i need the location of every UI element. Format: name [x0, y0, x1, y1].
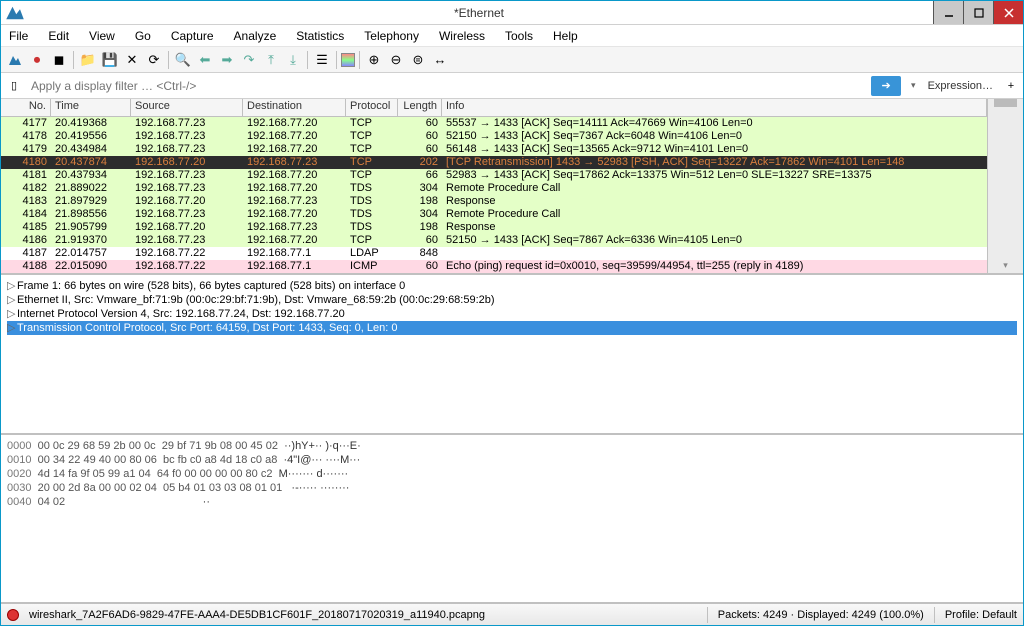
toolbar-reload-icon[interactable]: ⟳ — [144, 50, 164, 70]
menu-file[interactable]: File — [5, 27, 32, 45]
col-header-info[interactable]: Info — [442, 99, 987, 116]
menu-wireless[interactable]: Wireless — [435, 27, 489, 45]
toolbar-restart-icon[interactable]: ◼ — [49, 50, 69, 70]
status-profile[interactable]: Profile: Default — [945, 609, 1017, 621]
titlebar: *Ethernet — [1, 1, 1023, 25]
hex-row[interactable]: 0010 00 34 22 49 40 00 80 06 bc fb c0 a8… — [7, 453, 1017, 467]
menu-statistics[interactable]: Statistics — [292, 27, 348, 45]
bookmark-filter-icon[interactable]: ▯ — [5, 77, 23, 95]
toolbar-resize-columns-icon[interactable]: ↔ — [430, 50, 450, 70]
menu-edit[interactable]: Edit — [44, 27, 73, 45]
detail-row: ▷Internet Protocol Version 4, Src: 192.1… — [7, 307, 1017, 321]
toolbar-colorize-icon[interactable] — [341, 53, 355, 67]
detail-row: ▷Frame 1: 66 bytes on wire (528 bits), 6… — [7, 279, 1017, 293]
packet-row[interactable]: 417920.434984192.168.77.23192.168.77.20T… — [1, 143, 987, 156]
menu-tools[interactable]: Tools — [501, 27, 537, 45]
menu-view[interactable]: View — [85, 27, 119, 45]
detail-row-selected: ▷Transmission Control Protocol, Src Port… — [7, 321, 1017, 335]
packet-list-scrollbar[interactable]: ▾ — [987, 99, 1023, 273]
detail-row: ▷Ethernet II, Src: Vmware_bf:71:9b (00:0… — [7, 293, 1017, 307]
toolbar-open-icon[interactable]: 📁 — [78, 50, 98, 70]
col-header-no[interactable]: No. — [1, 99, 51, 116]
packet-row[interactable]: 418421.898556192.168.77.23192.168.77.20T… — [1, 208, 987, 221]
add-filter-button[interactable]: + — [1003, 80, 1019, 92]
col-header-source[interactable]: Source — [131, 99, 243, 116]
maximize-button[interactable] — [963, 1, 993, 24]
toolbar-last-icon[interactable]: ⤓ — [283, 50, 303, 70]
toolbar-close-file-icon[interactable]: ✕ — [122, 50, 142, 70]
menubar: File Edit View Go Capture Analyze Statis… — [1, 25, 1023, 47]
filter-history-dropdown[interactable]: ▾ — [909, 80, 918, 91]
packet-details-pane[interactable]: ▷Frame 1: 66 bytes on wire (528 bits), 6… — [1, 275, 1023, 435]
toolbar-prev-icon[interactable]: ⬅ — [195, 50, 215, 70]
toolbar-start-capture-icon[interactable] — [5, 50, 25, 70]
minimize-button[interactable] — [933, 1, 963, 24]
packet-row[interactable]: 418221.889022192.168.77.23192.168.77.20T… — [1, 182, 987, 195]
packet-bytes-pane[interactable]: 0000 00 0c 29 68 59 2b 00 0c 29 bf 71 9b… — [1, 435, 1023, 603]
apply-filter-button[interactable]: ➔ — [871, 76, 901, 96]
col-header-time[interactable]: Time — [51, 99, 131, 116]
toolbar-next-icon[interactable]: ➡ — [217, 50, 237, 70]
hex-row[interactable]: 0040 04 02 ·· — [7, 495, 1017, 509]
toolbar-zoom-out-icon[interactable]: ⊖ — [386, 50, 406, 70]
filterbar: ▯ ➔ ▾ Expression… + — [1, 73, 1023, 99]
toolbar-save-icon[interactable]: 💾 — [100, 50, 120, 70]
packet-row[interactable]: 418321.897929192.168.77.20192.168.77.23T… — [1, 195, 987, 208]
statusbar: wireshark_7A2F6AD6-9829-47FE-AAA4-DE5DB1… — [1, 603, 1023, 625]
packet-row[interactable]: 417720.419368192.168.77.23192.168.77.20T… — [1, 117, 987, 130]
packet-row[interactable]: 418722.014757192.168.77.22192.168.77.1LD… — [1, 247, 987, 260]
toolbar-stop-capture-icon[interactable]: ⏺ — [27, 50, 47, 70]
menu-analyze[interactable]: Analyze — [230, 27, 281, 45]
hex-row[interactable]: 0020 4d 14 fa 9f 05 99 a1 04 64 f0 00 00… — [7, 467, 1017, 481]
app-icon — [5, 3, 25, 23]
expression-button[interactable]: Expression… — [922, 80, 999, 92]
toolbar-zoom-in-icon[interactable]: ⊕ — [364, 50, 384, 70]
packet-row[interactable]: 418020.437874192.168.77.20192.168.77.23T… — [1, 156, 987, 169]
col-header-destination[interactable]: Destination — [243, 99, 346, 116]
packet-row[interactable]: 418120.437934192.168.77.23192.168.77.20T… — [1, 169, 987, 182]
status-packets: Packets: 4249 · Displayed: 4249 (100.0%) — [718, 609, 924, 621]
col-header-length[interactable]: Length — [398, 99, 442, 116]
display-filter-input[interactable] — [27, 77, 867, 95]
toolbar-find-icon[interactable]: 🔍 — [173, 50, 193, 70]
packet-list-header[interactable]: No. Time Source Destination Protocol Len… — [1, 99, 987, 117]
toolbar-first-icon[interactable]: ⤒ — [261, 50, 281, 70]
toolbar-zoom-reset-icon[interactable]: ⊜ — [408, 50, 428, 70]
packet-row[interactable]: 417820.419556192.168.77.23192.168.77.20T… — [1, 130, 987, 143]
packet-list-pane: No. Time Source Destination Protocol Len… — [1, 99, 1023, 275]
toolbar-goto-icon[interactable]: ↷ — [239, 50, 259, 70]
hex-row[interactable]: 0000 00 0c 29 68 59 2b 00 0c 29 bf 71 9b… — [7, 439, 1017, 453]
hex-row[interactable]: 0030 20 00 2d 8a 00 00 02 04 05 b4 01 03… — [7, 481, 1017, 495]
menu-go[interactable]: Go — [131, 27, 155, 45]
toolbar-autoscroll-icon[interactable]: ☰ — [312, 50, 332, 70]
status-filename: wireshark_7A2F6AD6-9829-47FE-AAA4-DE5DB1… — [29, 609, 697, 621]
expert-info-icon[interactable] — [7, 609, 19, 621]
window-title: *Ethernet — [25, 6, 933, 20]
packet-row[interactable]: 418822.015090192.168.77.22192.168.77.1IC… — [1, 260, 987, 273]
col-header-protocol[interactable]: Protocol — [346, 99, 398, 116]
toolbar: ⏺ ◼ 📁 💾 ✕ ⟳ 🔍 ⬅ ➡ ↷ ⤒ ⤓ ☰ ⊕ ⊖ ⊜ ↔ — [1, 47, 1023, 73]
menu-help[interactable]: Help — [549, 27, 582, 45]
packet-row[interactable]: 418521.905799192.168.77.20192.168.77.23T… — [1, 221, 987, 234]
close-button[interactable] — [993, 1, 1023, 24]
packet-row[interactable]: 418621.919370192.168.77.23192.168.77.20T… — [1, 234, 987, 247]
menu-capture[interactable]: Capture — [167, 27, 218, 45]
menu-telephony[interactable]: Telephony — [360, 27, 423, 45]
